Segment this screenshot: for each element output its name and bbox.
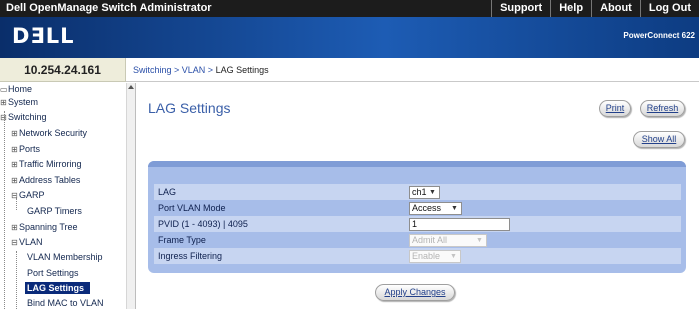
chevron-down-icon: ▼ xyxy=(450,253,457,260)
sidebar-item-vlan[interactable]: ⊟VLAN xyxy=(11,236,43,249)
top-menu-bar: Dell OpenManage Switch Administrator Sup… xyxy=(0,0,699,17)
dell-banner: DƎLL PowerConnect 622 xyxy=(0,17,699,58)
sidebar-item-bind-mac-to-vlan[interactable]: Bind MAC to VLAN xyxy=(27,297,104,309)
ingress-filtering-label: Ingress Filtering xyxy=(158,251,223,261)
support-link[interactable]: Support xyxy=(491,0,550,17)
switch-admin-app: Dell OpenManage Switch Administrator Sup… xyxy=(0,0,699,309)
sidebar-item-label: Ports xyxy=(19,144,41,154)
ingress-filtering-select[interactable]: Enable ▼ xyxy=(409,250,461,263)
sidebar-item-address-tables[interactable]: ⊞Address Tables xyxy=(11,174,80,187)
sidebar-item-traffic-mirroring[interactable]: ⊞Traffic Mirroring xyxy=(11,158,82,171)
breadcrumb: Switching > VLAN > LAG Settings xyxy=(126,58,699,82)
navigation-tree: ▭Home ⊞System ⊟Switching ⊞Network Securi… xyxy=(0,83,136,309)
collapse-icon: ⊟ xyxy=(11,191,18,200)
sidebar-item-label: VLAN Membership xyxy=(27,252,103,262)
sidebar-item-label: VLAN xyxy=(19,237,43,247)
chevron-down-icon: ▼ xyxy=(476,237,483,244)
sidebar-item-garp-timers[interactable]: GARP Timers xyxy=(27,205,82,217)
ingress-filtering-row: Ingress Filtering Enable ▼ xyxy=(154,248,681,264)
sidebar-item-switching[interactable]: ⊟Switching xyxy=(0,111,47,124)
chevron-down-icon: ▼ xyxy=(429,189,436,196)
sidebar-item-garp[interactable]: ⊟GARP xyxy=(11,189,45,202)
sidebar-item-lag-settings[interactable]: LAG Settings xyxy=(25,282,91,294)
frame-type-value: Admit All xyxy=(412,235,448,245)
expand-icon: ⊞ xyxy=(11,223,18,232)
sidebar-item-label: Network Security xyxy=(19,128,88,138)
home-icon: ▭ xyxy=(0,85,8,94)
port-vlan-mode-value: Access xyxy=(412,203,442,213)
sidebar-item-network-security[interactable]: ⊞Network Security xyxy=(11,127,87,140)
scroll-up-icon[interactable] xyxy=(128,85,134,89)
breadcrumb-current: LAG Settings xyxy=(215,65,269,75)
port-vlan-mode-select[interactable]: Access ▼ xyxy=(409,202,462,215)
frame-type-row: Frame Type Admit All ▼ xyxy=(154,232,681,248)
sidebar-item-label: Address Tables xyxy=(19,175,81,185)
port-vlan-mode-label: Port VLAN Mode xyxy=(158,203,226,213)
sidebar-item-label: LAG Settings xyxy=(27,283,85,293)
apply-changes-button[interactable]: Apply Changes xyxy=(375,284,455,301)
sidebar-item-label: Traffic Mirroring xyxy=(19,159,82,169)
sidebar-item-label: GARP Timers xyxy=(27,206,82,216)
lag-label: LAG xyxy=(158,187,177,197)
sidebar-item-spanning-tree[interactable]: ⊞Spanning Tree xyxy=(11,221,78,234)
sidebar-item-label: System xyxy=(8,97,39,107)
sidebar-item-vlan-membership[interactable]: VLAN Membership xyxy=(27,251,103,263)
expand-icon: ⊞ xyxy=(0,98,7,107)
lag-select-value: ch1 xyxy=(412,187,427,197)
sidebar-item-ports[interactable]: ⊞Ports xyxy=(11,143,40,156)
print-button[interactable]: Print xyxy=(599,100,631,117)
top-links: Support Help About Log Out xyxy=(491,0,699,17)
product-name: PowerConnect 622 xyxy=(623,31,695,40)
expand-icon: ⊞ xyxy=(11,160,18,169)
port-vlan-mode-row: Port VLAN Mode Access ▼ xyxy=(154,200,681,216)
dell-logo: DƎLL xyxy=(12,24,75,48)
sidebar-item-port-settings[interactable]: Port Settings xyxy=(27,267,79,279)
sidebar-item-label: Home xyxy=(8,84,33,94)
sidebar-item-label: Spanning Tree xyxy=(19,222,78,232)
page-title: LAG Settings xyxy=(148,100,231,116)
sidebar-item-home[interactable]: ▭Home xyxy=(0,83,32,96)
panel-header xyxy=(148,161,686,167)
sidebar-item-system[interactable]: ⊞System xyxy=(0,96,38,109)
help-link[interactable]: Help xyxy=(550,0,591,17)
ingress-filtering-value: Enable xyxy=(412,251,441,261)
main-content: LAG Settings Print Refresh Show All LAG … xyxy=(137,83,699,309)
sidebar-item-label: Switching xyxy=(8,112,47,122)
expand-icon: ⊞ xyxy=(11,176,18,185)
pvid-input[interactable]: 1 xyxy=(409,218,510,231)
lag-select[interactable]: ch1 ▼ xyxy=(409,186,440,199)
tree-connector-line xyxy=(4,111,5,309)
breadcrumb-path-link[interactable]: Switching > VLAN > xyxy=(133,65,213,75)
sidebar-scrollbar[interactable] xyxy=(126,83,135,309)
chevron-down-icon: ▼ xyxy=(451,205,458,212)
show-all-button[interactable]: Show All xyxy=(633,131,685,148)
tree-connector-line xyxy=(16,251,17,309)
collapse-icon: ⊟ xyxy=(11,238,18,247)
sidebar-item-label: GARP xyxy=(19,190,45,200)
about-link[interactable]: About xyxy=(591,0,640,17)
log-out-link[interactable]: Log Out xyxy=(639,0,699,17)
app-title: Dell OpenManage Switch Administrator xyxy=(6,2,212,14)
sidebar-item-label: Bind MAC to VLAN xyxy=(27,298,104,308)
pvid-label: PVID (1 - 4093) | 4095 xyxy=(158,219,248,229)
pvid-row: PVID (1 - 4093) | 4095 1 xyxy=(154,216,681,232)
device-ip-address: 10.254.24.161 xyxy=(0,58,126,82)
lag-row: LAG ch1 ▼ xyxy=(154,184,681,200)
sidebar-item-label: Port Settings xyxy=(27,268,79,278)
collapse-icon: ⊟ xyxy=(0,113,7,122)
frame-type-select[interactable]: Admit All ▼ xyxy=(409,234,487,247)
refresh-button[interactable]: Refresh xyxy=(640,100,685,117)
frame-type-label: Frame Type xyxy=(158,235,206,245)
expand-icon: ⊞ xyxy=(11,145,18,154)
expand-icon: ⊞ xyxy=(11,129,18,138)
